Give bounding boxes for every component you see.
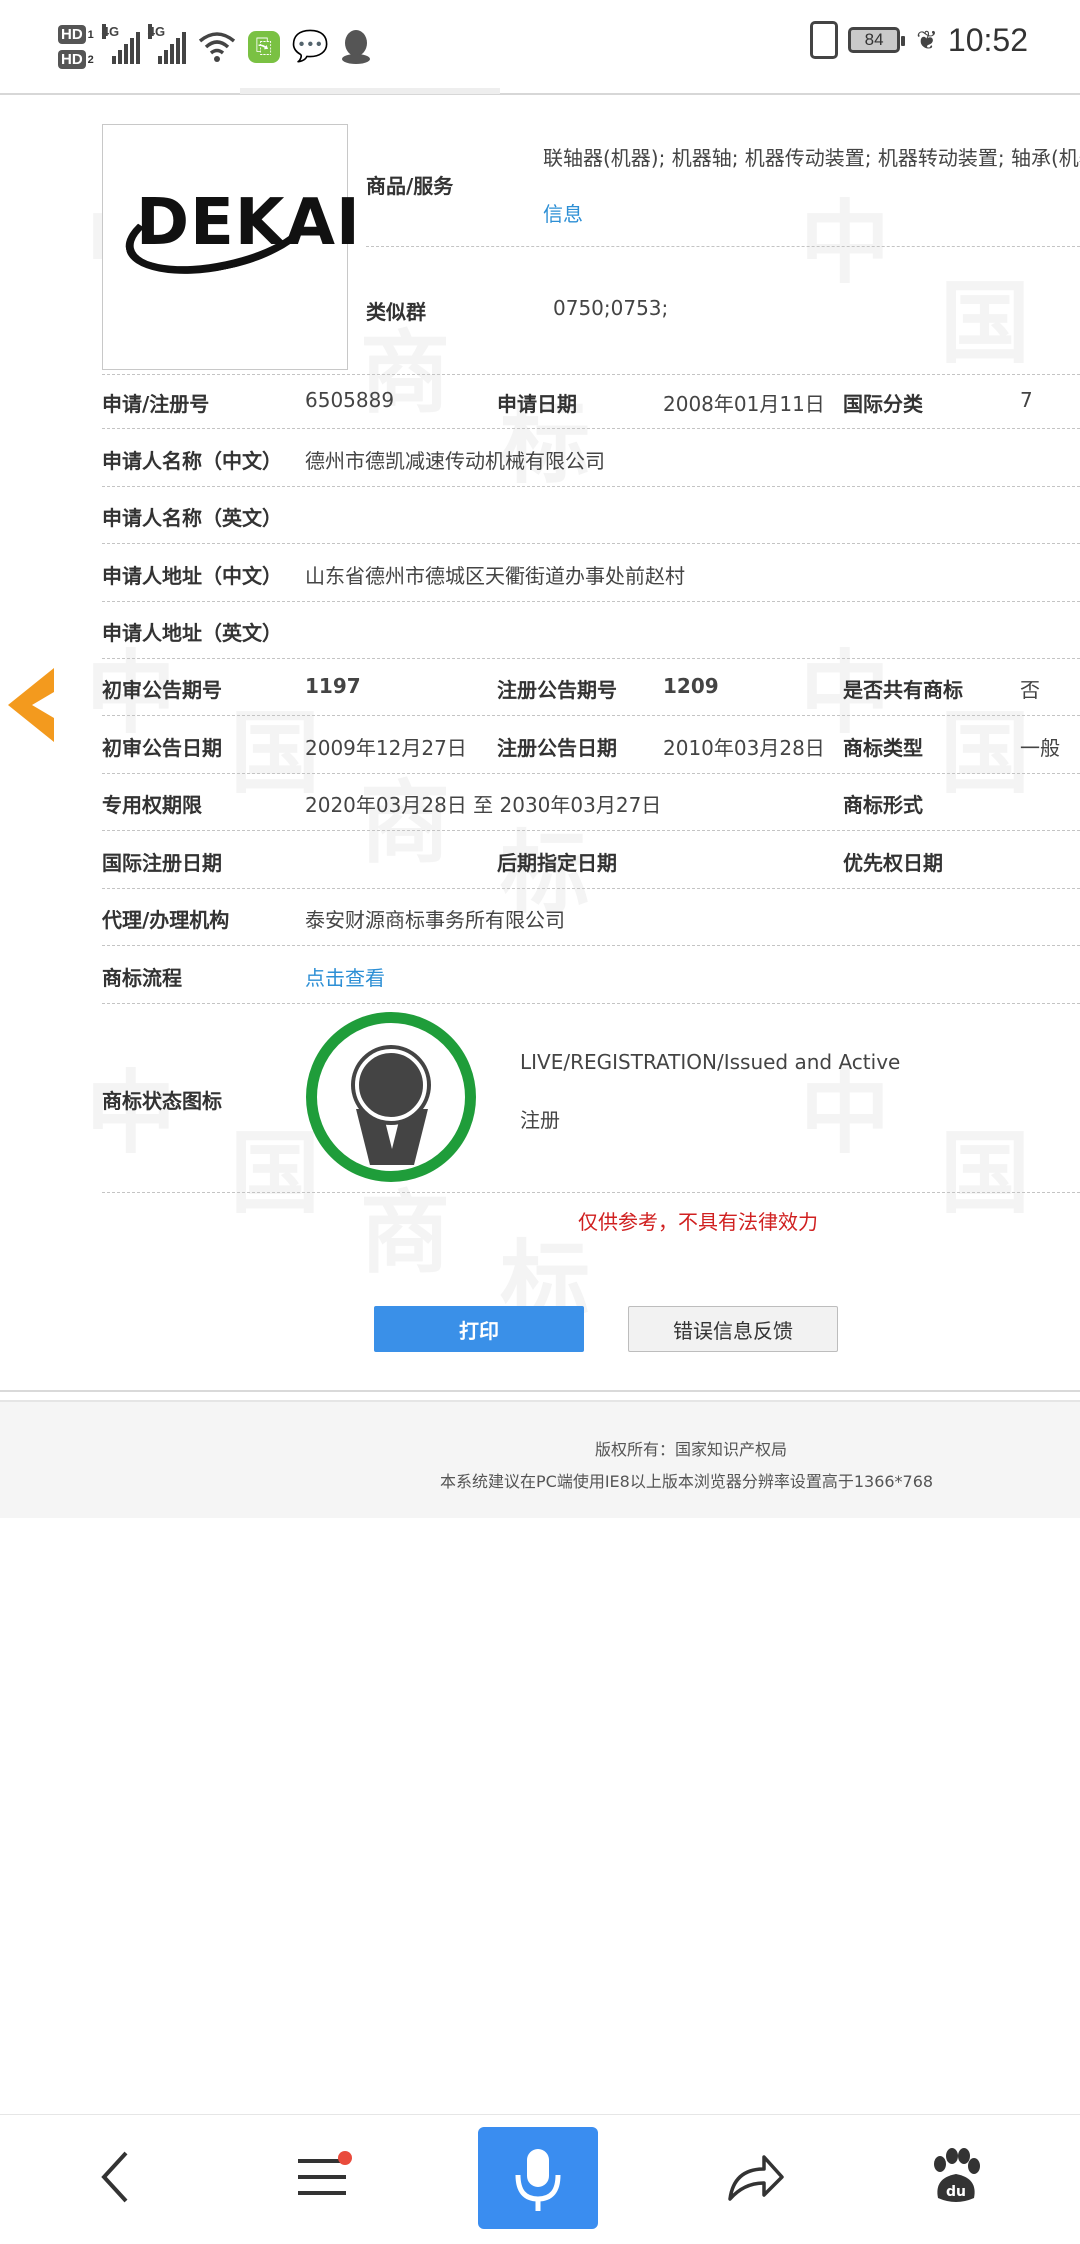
back-icon[interactable] (56, 2125, 176, 2229)
mark-type-value: 一般 (1020, 736, 1060, 760)
divider (102, 543, 1080, 544)
status-cn-text: 注册 (520, 1108, 560, 1132)
shared-value: 否 (1020, 678, 1040, 702)
back-arrow-icon[interactable] (8, 668, 56, 742)
watermark: 国 (230, 1121, 320, 1226)
feedback-button[interactable]: 错误信息反馈 (628, 1306, 838, 1352)
divider (102, 601, 1080, 602)
reg-ann-date-value: 2010年03月28日 (663, 736, 825, 760)
divider (102, 888, 1080, 889)
divider (102, 830, 1080, 831)
status-icon-label: 商标状态图标 (102, 1089, 222, 1113)
scroll-indicator (240, 88, 500, 94)
divider (0, 93, 1080, 95)
qq-icon (342, 30, 371, 64)
agent-value: 泰安财源商标事务所有限公司 (305, 908, 565, 932)
divider (102, 374, 1080, 375)
intl-reg-date-label: 国际注册日期 (102, 851, 222, 875)
apply-date-label: 申请日期 (497, 392, 577, 416)
apply-date-value: 2008年01月11日 (663, 392, 825, 416)
agent-label: 代理/办理机构 (102, 908, 230, 932)
applicant-cn-label: 申请人名称（中文） (102, 449, 282, 473)
process-link[interactable]: 点击查看 (305, 962, 385, 991)
goods-label: 商品/服务 (366, 174, 454, 198)
intl-class-label: 国际分类 (843, 392, 923, 416)
wifi-icon (198, 32, 235, 62)
divider (102, 428, 1080, 429)
mark-type-label: 商标类型 (843, 736, 923, 760)
print-button[interactable]: 打印 (374, 1306, 584, 1352)
trademark-logo-text: DEKAI (136, 186, 361, 260)
reg-no-label: 申请/注册号 (102, 392, 210, 416)
similar-group-value: 0750;0753; (553, 296, 669, 320)
green-app-icon: ⎘ (247, 31, 280, 63)
prelim-no-label: 初审公告期号 (102, 678, 222, 702)
share-icon[interactable] (696, 2125, 816, 2229)
registered-medal-icon (306, 1012, 476, 1182)
shared-label: 是否共有商标 (843, 678, 963, 702)
bottom-nav: du (0, 2114, 1080, 2244)
watermark: 国 (940, 271, 1030, 376)
signal-icon: 4G (147, 24, 186, 64)
divider (366, 246, 1080, 247)
browser-recommend-text: 本系统建议在PC端使用IE8以上版本浏览器分辨率设置高于1366*768 (440, 1472, 934, 1491)
vibrate-icon (810, 21, 839, 59)
reg-ann-no-value: 1209 (663, 674, 719, 698)
applicant-cn-value: 德州市德凯减速传动机械有限公司 (305, 449, 605, 473)
mark-form-label: 商标形式 (843, 793, 923, 817)
watermark: 国 (940, 1121, 1030, 1226)
reg-no-value: 6505889 (305, 388, 395, 412)
clock: 10:52 (947, 21, 1028, 58)
later-date-label: 后期指定日期 (497, 851, 617, 875)
similar-group-label: 类似群 (366, 300, 426, 324)
divider (102, 486, 1080, 487)
status-en-text: LIVE/REGISTRATION/Issued and Active (520, 1050, 901, 1074)
divider (102, 773, 1080, 774)
divider (102, 945, 1080, 946)
term-label: 专用权期限 (102, 793, 202, 817)
prelim-date-value: 2009年12月27日 (305, 736, 467, 760)
menu-icon[interactable] (262, 2125, 382, 2229)
notification-dot (338, 2151, 352, 2165)
divider (102, 658, 1080, 659)
divider (102, 1003, 1080, 1004)
reg-ann-date-label: 注册公告日期 (497, 736, 617, 760)
divider (102, 1192, 1080, 1193)
goods-value: 联轴器(机器); 机器轴; 机器传动装置; 机器转动装置; 轴承(机器 (543, 146, 1080, 170)
battery-icon: 84 (848, 27, 906, 53)
voice-search-button[interactable] (478, 2127, 598, 2229)
wechat-icon: 💬 (291, 30, 330, 63)
disclaimer-notice: 仅供参考，不具有法律效力 (578, 1210, 818, 1234)
hd2-indicator: HD 2 (58, 50, 94, 69)
address-cn-value: 山东省德州市德城区天衢街道办事处前赵村 (305, 564, 685, 588)
footer: 版权所有：国家知识产权局 本系统建议在PC端使用IE8以上版本浏览器分辨率设置高… (0, 1400, 1080, 1518)
intl-class-value: 7 (1020, 388, 1033, 412)
signal-icon: 4G (101, 24, 140, 64)
priority-date-label: 优先权日期 (843, 851, 943, 875)
prelim-date-label: 初审公告日期 (102, 736, 222, 760)
reg-ann-no-label: 注册公告期号 (497, 678, 617, 702)
process-label: 商标流程 (102, 966, 182, 990)
address-cn-label: 申请人地址（中文） (102, 564, 282, 588)
microphone-icon (515, 2149, 561, 2211)
leaf-icon: ❦ (916, 24, 938, 55)
hd1-indicator: HD 1 (58, 25, 94, 44)
divider (0, 1390, 1080, 1392)
prelim-no-value: 1197 (305, 674, 361, 698)
copyright-text: 版权所有：国家知识产权局 (595, 1440, 788, 1459)
baidu-paw-icon[interactable]: du (896, 2125, 1016, 2229)
goods-more-link[interactable]: 信息 (543, 198, 583, 227)
applicant-en-label: 申请人名称（英文） (102, 506, 282, 530)
status-bar: HD 1 HD 2 4G 4G ⎘ 💬 84 ❦ 10:52 (0, 0, 1080, 92)
svg-text:du: du (946, 2184, 966, 2200)
term-value: 2020年03月28日 至 2030年03月27日 (305, 793, 662, 817)
watermark: 中 (800, 191, 890, 296)
divider (102, 715, 1080, 716)
address-en-label: 申请人地址（英文） (102, 621, 282, 645)
